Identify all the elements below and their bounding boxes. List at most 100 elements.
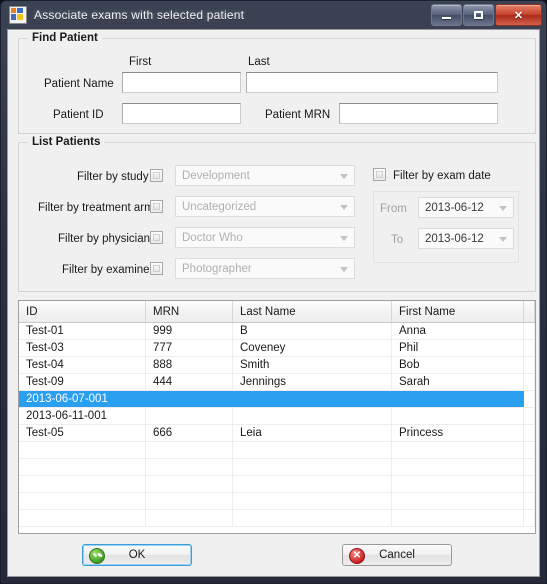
table-row[interactable] [19, 459, 535, 476]
table-cell-filler [524, 459, 535, 475]
table-cell-last-name: B [233, 323, 392, 339]
success-check-icon [89, 548, 105, 564]
chevron-down-icon [499, 205, 507, 211]
column-header-filler [524, 301, 535, 322]
maximize-button[interactable] [463, 4, 494, 26]
table-cell-mrn: 666 [146, 425, 233, 441]
filter-treatment-arm-value: Uncategorized [182, 200, 257, 213]
table-cell-filler [524, 323, 535, 339]
table-cell-first-name: Sarah [392, 374, 524, 390]
table-cell-id: Test-04 [19, 357, 146, 373]
table-cell-id [19, 442, 146, 458]
filter-treatment-arm-checkbox[interactable] [150, 200, 163, 213]
filter-examiner-dropdown[interactable]: Photographer [175, 258, 355, 279]
table-row[interactable] [19, 442, 535, 459]
patient-id-input[interactable] [122, 103, 241, 124]
table-header-row: ID MRN Last Name First Name [19, 301, 535, 323]
close-icon: ✕ [513, 9, 524, 22]
window-controls: ✕ [431, 4, 542, 26]
table-cell-first-name [392, 408, 524, 424]
table-cell-first-name: Bob [392, 357, 524, 373]
table-cell-id: Test-05 [19, 425, 146, 441]
chevron-down-icon [340, 266, 348, 272]
table-cell-first-name [392, 493, 524, 509]
cancel-button[interactable]: ✕ Cancel [342, 544, 452, 566]
filter-exam-date-checkbox[interactable] [373, 168, 386, 181]
find-patient-legend: Find Patient [28, 32, 102, 44]
filter-treatment-arm-label: Filter by treatment arm [38, 202, 154, 214]
table-cell-last-name [233, 459, 392, 475]
table-row[interactable]: 2013-06-07-001 [19, 391, 535, 408]
column-header-id[interactable]: ID [19, 301, 146, 322]
table-cell-filler [524, 357, 535, 373]
table-row[interactable]: 2013-06-11-001 [19, 408, 535, 425]
exam-date-from-label: From [380, 203, 407, 215]
table-cell-mrn [146, 408, 233, 424]
column-header-first-name[interactable]: First Name [392, 301, 524, 322]
patient-name-label: Patient Name [44, 78, 114, 90]
exam-date-to-picker[interactable]: 2013-06-12 [418, 228, 514, 249]
list-patients-group: List Patients Filter by study Developmen… [18, 136, 536, 292]
minimize-button[interactable] [431, 4, 462, 26]
table-cell-last-name: Jennings [233, 374, 392, 390]
table-row[interactable]: Test-04 888 Smith Bob [19, 357, 535, 374]
close-button[interactable]: ✕ [495, 4, 542, 26]
table-cell-mrn [146, 476, 233, 492]
table-cell-filler [524, 391, 535, 407]
patient-mrn-input[interactable] [339, 103, 498, 124]
dialog-client-area: Find Patient First Last Patient Name Pat… [7, 29, 540, 577]
table-cell-first-name [392, 442, 524, 458]
patients-table[interactable]: ID MRN Last Name First Name Test-01 999 B A… [18, 300, 536, 534]
table-cell-first-name: Princess [392, 425, 524, 441]
table-cell-id [19, 459, 146, 475]
patient-first-name-input[interactable] [122, 72, 241, 93]
table-cell-filler [524, 374, 535, 390]
column-header-mrn[interactable]: MRN [146, 301, 233, 322]
column-header-last-name[interactable]: Last Name [233, 301, 392, 322]
table-cell-id: 2013-06-07-001 [19, 391, 146, 407]
table-cell-last-name: Coveney [233, 340, 392, 356]
ok-button[interactable]: OK [82, 544, 192, 566]
filter-examiner-checkbox[interactable] [150, 262, 163, 275]
table-cell-last-name [233, 493, 392, 509]
table-row[interactable] [19, 476, 535, 493]
table-cell-filler [524, 425, 535, 441]
table-row[interactable]: Test-01 999 B Anna [19, 323, 535, 340]
table-row[interactable] [19, 510, 535, 527]
patient-last-name-input[interactable] [246, 72, 498, 93]
table-cell-id: Test-03 [19, 340, 146, 356]
table-row[interactable]: Test-05 666 Leia Princess [19, 425, 535, 442]
exam-date-from-picker[interactable]: 2013-06-12 [418, 197, 514, 218]
filter-physician-dropdown[interactable]: Doctor Who [175, 227, 355, 248]
table-row[interactable]: Test-03 777 Coveney Phil [19, 340, 535, 357]
filter-treatment-arm-dropdown[interactable]: Uncategorized [175, 196, 355, 217]
table-row[interactable] [19, 493, 535, 510]
filter-study-checkbox[interactable] [150, 169, 163, 182]
filter-study-dropdown[interactable]: Development [175, 165, 355, 186]
filter-examiner-value: Photographer [182, 262, 252, 275]
filter-physician-value: Doctor Who [182, 231, 243, 244]
filter-study-value: Development [182, 169, 250, 182]
exam-date-to-value: 2013-06-12 [425, 232, 484, 245]
table-cell-first-name [392, 459, 524, 475]
chevron-down-icon [340, 173, 348, 179]
table-row[interactable]: Test-09 444 Jennings Sarah [19, 374, 535, 391]
exam-date-to-label: To [391, 234, 404, 246]
application-icon [9, 6, 27, 24]
chevron-down-icon [499, 236, 507, 242]
table-cell-last-name [233, 476, 392, 492]
filter-physician-checkbox[interactable] [150, 231, 163, 244]
table-cell-last-name [233, 391, 392, 407]
cancel-button-label: Cancel [379, 549, 415, 561]
table-cell-mrn [146, 442, 233, 458]
table-cell-first-name [392, 476, 524, 492]
filter-examiner-label: Filter by examiner [62, 264, 154, 276]
table-cell-filler [524, 476, 535, 492]
last-name-column-label: Last [248, 56, 270, 68]
table-cell-mrn [146, 391, 233, 407]
table-body: Test-01 999 B Anna Test-03 777 Coveney Phil Test… [19, 323, 535, 527]
table-cell-filler [524, 493, 535, 509]
title-bar[interactable]: Associate exams with selected patient ✕ [1, 1, 546, 29]
table-cell-first-name [392, 391, 524, 407]
table-cell-id: Test-09 [19, 374, 146, 390]
